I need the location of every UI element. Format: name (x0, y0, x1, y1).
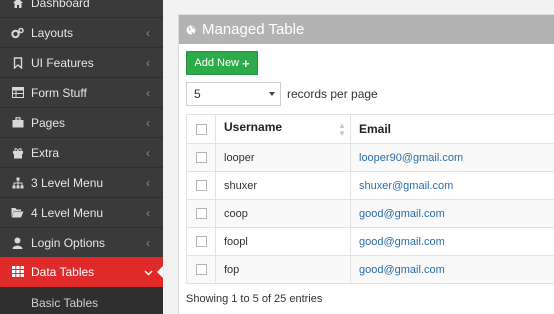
sidebar-item-label: 3 Level Menu (31, 175, 104, 190)
sidebar: Dashboard Layouts ‹ UI Features ‹ Form S… (0, 0, 163, 314)
sidebar-item-label: Data Tables (31, 264, 95, 279)
sidebar-item-label: Layouts (31, 25, 74, 40)
table-row: fop good@gmail.com (186, 255, 554, 284)
table-icon (11, 86, 24, 99)
row-checkbox-cell (186, 171, 216, 200)
sidebar-item-form-stuff[interactable]: Form Stuff ‹ (0, 78, 163, 108)
chevron-left-icon: ‹ (146, 235, 150, 250)
gift-icon (11, 146, 24, 159)
managed-table: Username ▲ ▼ Email looper looper90@gmail.c… (186, 114, 554, 284)
sidebar-item-label: Extra (31, 145, 60, 160)
chevron-left-icon: ‹ (146, 55, 150, 70)
home-icon (11, 0, 24, 9)
select-all-checkbox[interactable] (195, 124, 207, 136)
records-per-page-label: records per page (287, 87, 378, 101)
sidebar-item-label: Dashboard (31, 0, 90, 10)
sidebar-item-dashboard[interactable]: Dashboard (0, 0, 163, 18)
email-link[interactable]: looper90@gmail.com (350, 143, 554, 172)
add-new-button[interactable]: Add New + (186, 51, 258, 75)
sidebar-item-login-options[interactable]: Login Options ‹ (0, 228, 163, 258)
email-link[interactable]: good@gmail.com (350, 227, 554, 256)
sitemap-icon (11, 176, 24, 189)
row-checkbox-cell (186, 143, 216, 172)
table-row: looper looper90@gmail.com (186, 143, 554, 172)
username-cell: coop (215, 199, 351, 228)
records-per-page-select[interactable]: 5 (186, 82, 281, 106)
sidebar-item-ui-features[interactable]: UI Features ‹ (0, 48, 163, 78)
chevron-left-icon: ‹ (146, 25, 150, 40)
email-link[interactable]: good@gmail.com (350, 199, 554, 228)
records-per-page-value: 5 (194, 87, 201, 101)
user-icon (11, 236, 24, 249)
sidebar-item-label: Login Options (31, 235, 106, 250)
table-row: shuxer shuxer@gmail.com (186, 171, 554, 200)
row-checkbox[interactable] (195, 236, 207, 248)
select-all-cell (186, 114, 216, 144)
chevron-left-icon: ‹ (146, 85, 150, 100)
chevron-down-icon (141, 265, 155, 279)
email-link[interactable]: shuxer@gmail.com (350, 171, 554, 200)
caret-down-icon (269, 92, 275, 96)
panel-title: Managed Table (202, 21, 305, 38)
sidebar-item-label: Form Stuff (31, 85, 87, 100)
sidebar-item-data-tables[interactable]: Data Tables (0, 257, 163, 287)
globe-icon (186, 24, 197, 35)
table-info: Showing 1 to 5 of 25 entries (186, 293, 323, 305)
row-checkbox[interactable] (195, 180, 207, 192)
column-header-label: Email (359, 122, 392, 136)
row-checkbox-cell (186, 227, 216, 256)
column-header-label: Username (224, 120, 283, 134)
managed-table-panel: Managed Table Add New + 5 records per pa… (178, 14, 554, 314)
sidebar-item-pages[interactable]: Pages ‹ (0, 108, 163, 138)
bookmark-icon (11, 56, 24, 69)
cogs-icon (11, 26, 24, 39)
sidebar-item-3-level-menu[interactable]: 3 Level Menu ‹ (0, 168, 163, 198)
row-checkbox[interactable] (195, 152, 207, 164)
sidebar-item-layouts[interactable]: Layouts ‹ (0, 18, 163, 48)
chevron-left-icon: ‹ (146, 175, 150, 190)
username-cell: foopl (215, 227, 351, 256)
sidebar-item-label: 4 Level Menu (31, 205, 104, 220)
column-header-email[interactable]: Email (350, 114, 554, 144)
table-row: coop good@gmail.com (186, 199, 554, 228)
sidebar-subitem-basic-tables[interactable]: Basic Tables (0, 287, 163, 314)
row-checkbox[interactable] (195, 264, 207, 276)
table-row: foopl good@gmail.com (186, 227, 554, 256)
row-checkbox-cell (186, 199, 216, 228)
sidebar-item-extra[interactable]: Extra ‹ (0, 138, 163, 168)
chevron-left-icon: ‹ (146, 115, 150, 130)
username-cell: looper (215, 143, 351, 172)
column-header-username[interactable]: Username ▲ ▼ (215, 114, 351, 144)
row-checkbox[interactable] (195, 208, 207, 220)
sidebar-item-4-level-menu[interactable]: 4 Level Menu ‹ (0, 198, 163, 228)
panel-header: Managed Table (179, 15, 554, 44)
sidebar-item-label: UI Features (31, 55, 94, 70)
grid-icon (11, 265, 24, 278)
add-new-label: Add New (194, 57, 240, 69)
email-link[interactable]: good@gmail.com (350, 255, 554, 284)
briefcase-icon (11, 116, 24, 129)
row-checkbox-cell (186, 255, 216, 284)
username-cell: fop (215, 255, 351, 284)
sidebar-item-label: Pages (31, 115, 66, 130)
folder-open-icon (11, 206, 24, 219)
chevron-left-icon: ‹ (146, 145, 150, 160)
sort-icon: ▲ ▼ (338, 121, 346, 138)
table-header-row: Username ▲ ▼ Email (186, 114, 554, 144)
username-cell: shuxer (215, 171, 351, 200)
chevron-left-icon: ‹ (146, 205, 150, 220)
plus-icon: + (242, 55, 250, 71)
